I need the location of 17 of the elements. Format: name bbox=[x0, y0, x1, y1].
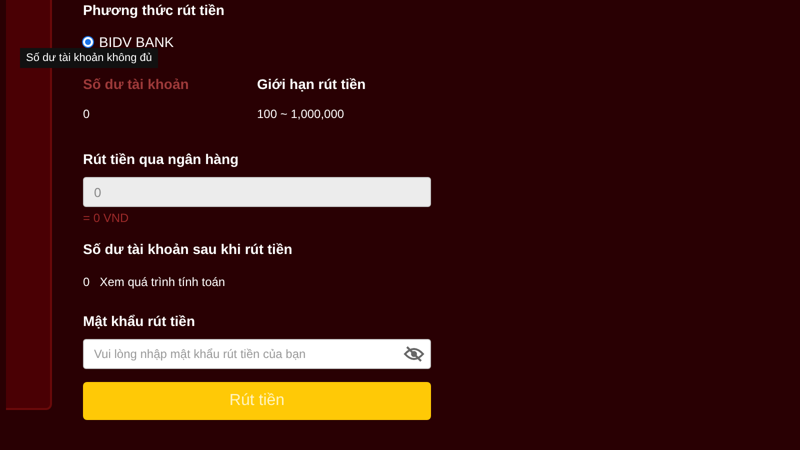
balance-value: 0 bbox=[83, 275, 90, 289]
info-label: Số dư tài khoản bbox=[83, 76, 190, 92]
amount-note: = 0 VND bbox=[83, 211, 130, 225]
info-value: 100 ~ 1,000,000 bbox=[257, 107, 346, 121]
amount-field[interactable]: 0 bbox=[83, 177, 431, 207]
calculation-link[interactable]: Xem quá trình tính toán bbox=[100, 275, 226, 289]
section-heading: Phương thức rút tiền bbox=[83, 2, 226, 18]
field-label: Rút tiền qua ngân hàng bbox=[83, 151, 240, 167]
radio-icon[interactable] bbox=[83, 37, 93, 47]
tooltip: Số dư tài khoản không đủ bbox=[20, 48, 158, 68]
hidden-eye-icon[interactable] bbox=[403, 346, 425, 362]
section-heading: Số dư tài khoản sau khi rút tiền bbox=[83, 241, 294, 257]
info-label: Giới hạn rút tiền bbox=[257, 76, 367, 92]
info-value: 0 bbox=[83, 107, 91, 121]
field-label: Mật khẩu rút tiền bbox=[83, 313, 196, 329]
password-field[interactable]: Vui lòng nhập mật khẩu rút tiền của bạn bbox=[83, 339, 431, 369]
radio-option[interactable]: BIDV BANK bbox=[83, 34, 431, 50]
